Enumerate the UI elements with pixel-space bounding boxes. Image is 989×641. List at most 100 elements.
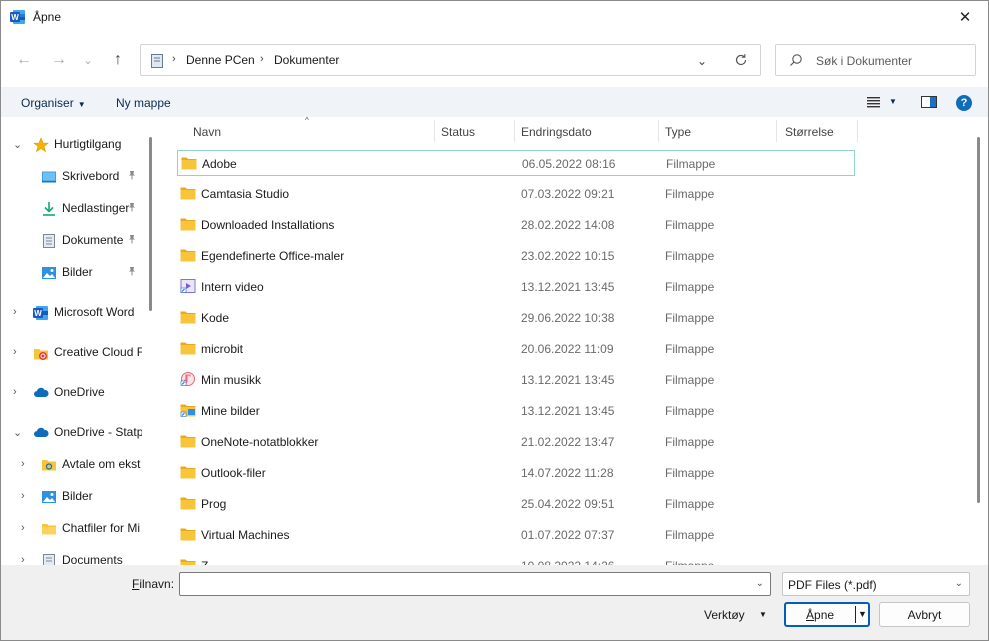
file-row[interactable]: Adobe 06.05.2022 08:16 Filmappe	[177, 150, 855, 176]
file-row[interactable]: OneNote-notatblokker 21.02.2022 13:47 Film…	[177, 429, 855, 455]
preview-pane-button[interactable]	[921, 95, 937, 112]
open-options-caret-icon[interactable]: ▼	[858, 609, 867, 619]
new-folder-button[interactable]: Ny mappe	[116, 96, 171, 110]
open-label: Åpne	[806, 608, 834, 622]
file-type-select[interactable]: PDF Files (*.pdf) ⌄	[782, 572, 970, 596]
refresh-icon[interactable]	[734, 53, 748, 70]
music-shortcut-icon	[180, 372, 196, 386]
back-button[interactable]: ←	[13, 49, 35, 71]
window-title: Åpne	[33, 10, 62, 24]
file-row[interactable]: Egendefinerte Office-maler 23.02.2022 10:…	[177, 243, 855, 269]
open-button[interactable]: Åpne ▼	[784, 602, 870, 627]
shared-folder-icon	[41, 457, 57, 473]
file-row[interactable]: Camtasia Studio 07.03.2022 09:21 Filmappe	[177, 181, 855, 207]
close-button[interactable]: ✕	[942, 1, 988, 33]
column-label: Endringsdato	[521, 125, 592, 139]
column-header-modified[interactable]: Endringsdato	[515, 117, 659, 145]
breadcrumb-documents[interactable]: Dokumenter	[274, 53, 339, 67]
caret-down-icon[interactable]: ▼	[759, 610, 767, 619]
document-icon	[41, 553, 57, 565]
sidebar-item-label: Creative Cloud F	[54, 345, 142, 359]
video-shortcut-icon	[180, 279, 196, 293]
chevron-right-icon[interactable]: ›	[13, 386, 17, 398]
sidebar-item-onedrive-statp[interactable]: ⌄ OneDrive - Statp	[1, 420, 149, 446]
view-options-button[interactable]	[867, 95, 881, 112]
address-dropdown-icon[interactable]: ⌄	[697, 54, 707, 68]
file-type: Filmappe	[665, 187, 715, 201]
chevron-right-icon[interactable]: ›	[21, 554, 25, 565]
sidebar-item-avtale[interactable]: › Avtale om ekst	[1, 452, 149, 478]
pin-icon[interactable]	[127, 202, 137, 215]
pin-icon[interactable]	[127, 170, 137, 183]
cloud-icon	[33, 385, 49, 401]
column-header-name[interactable]: ^ Navn	[159, 117, 439, 145]
column-header-size[interactable]: Størrelse	[777, 117, 857, 145]
filename-input[interactable]: ⌄	[179, 572, 771, 596]
column-header-type[interactable]: Type	[659, 117, 777, 145]
forward-button[interactable]: →	[48, 49, 70, 71]
chevron-down-icon[interactable]: ⌄	[13, 426, 22, 439]
sidebar-item-chatfiler[interactable]: › Chatfiler for Mi	[1, 516, 149, 542]
filename-label-rest: ilnavn:	[139, 577, 175, 591]
file-row[interactable]: Kode 29.06.2022 10:38 Filmappe	[177, 305, 855, 331]
star-icon	[33, 137, 49, 153]
chevron-down-icon[interactable]: ⌄	[13, 138, 22, 151]
file-row[interactable]: Mine bilder 13.12.2021 13:45 Filmappe	[177, 398, 855, 424]
sidebar-scrollbar[interactable]	[149, 137, 152, 311]
cancel-button[interactable]: Avbryt	[879, 602, 970, 627]
breadcrumb-this-pc[interactable]: Denne PCen	[186, 53, 255, 67]
sidebar-item-downloads[interactable]: Nedlastinger	[1, 196, 149, 222]
sidebar-item-label: Dokumenter	[62, 233, 124, 247]
file-row[interactable]: Intern video 13.12.2021 13:45 Filmappe	[177, 274, 855, 300]
download-icon	[41, 201, 57, 217]
file-list-scrollbar[interactable]	[977, 137, 980, 503]
sidebar-item-label: Skrivebord	[62, 169, 120, 183]
split-divider	[855, 606, 856, 623]
file-row[interactable]: Virtual Machines 01.07.2022 07:37 Filmappe	[177, 522, 855, 548]
file-type: Filmappe	[665, 342, 715, 356]
chevron-right-icon[interactable]: ›	[21, 522, 25, 534]
search-input[interactable]: Søk i Dokumenter	[816, 54, 912, 68]
column-header-status[interactable]: Status	[435, 117, 515, 145]
help-icon[interactable]: ?	[956, 95, 972, 111]
file-row[interactable]: Downloaded Installations 28.02.2022 14:08…	[177, 212, 855, 238]
file-name: Virtual Machines	[201, 528, 290, 542]
view-caret-icon[interactable]: ▼	[889, 97, 897, 106]
file-row[interactable]: microbit 20.06.2022 11:09 Filmappe	[177, 336, 855, 362]
chevron-down-icon[interactable]: ⌄	[756, 578, 764, 589]
file-name: Kode	[201, 311, 230, 325]
file-type: Filmappe	[665, 218, 715, 232]
sidebar-item-desktop[interactable]: Skrivebord	[1, 164, 149, 190]
open-label-accesskey: Å	[806, 608, 815, 622]
address-bar[interactable]: › Denne PCen › Dokumenter ⌄	[140, 44, 761, 76]
chevron-right-icon[interactable]: ›	[13, 306, 17, 318]
sidebar-item-pictures[interactable]: Bilder	[1, 260, 149, 286]
up-button[interactable]: ↑	[107, 49, 129, 71]
file-row[interactable]: Outlook-filer 14.07.2022 11:28 Filmappe	[177, 460, 855, 486]
file-type: Filmappe	[665, 435, 715, 449]
file-name: Intern video	[201, 280, 264, 294]
sidebar-item-onedrive[interactable]: › OneDrive	[1, 380, 149, 406]
chevron-right-icon[interactable]: ›	[21, 458, 25, 470]
sidebar-item-creative-cloud[interactable]: › Creative Cloud F	[1, 340, 149, 366]
sidebar-item-label: OneDrive	[54, 385, 105, 399]
tools-button[interactable]: Verktøy	[704, 608, 745, 622]
chevron-right-icon[interactable]: ›	[13, 346, 17, 358]
sidebar-item-bilder-onedrive[interactable]: › Bilder	[1, 484, 149, 510]
folder-icon	[180, 310, 196, 324]
sidebar-item-quick-access[interactable]: ⌄ Hurtigtilgang	[1, 132, 149, 158]
organize-button[interactable]: Organiser ▼	[21, 96, 86, 110]
recent-locations-button[interactable]: ⌄	[80, 49, 96, 71]
file-row[interactable]: Z10.08.2022 14:26Filmappe	[177, 553, 855, 565]
column-divider[interactable]	[857, 120, 858, 142]
pin-icon[interactable]	[127, 266, 137, 279]
sidebar-item-microsoft-word[interactable]: › W Microsoft Word	[1, 300, 149, 326]
pin-icon[interactable]	[127, 234, 137, 247]
sidebar-item-documents[interactable]: Dokumenter	[1, 228, 149, 254]
chevron-right-icon[interactable]: ›	[21, 490, 25, 502]
search-box[interactable]: Søk i Dokumenter	[775, 44, 976, 76]
file-row[interactable]: Prog 25.04.2022 09:51 Filmappe	[177, 491, 855, 517]
file-row[interactable]: Min musikk 13.12.2021 13:45 Filmappe	[177, 367, 855, 393]
column-label: Status	[441, 125, 476, 139]
sidebar-item-documents-onedrive[interactable]: › Documents	[1, 548, 149, 565]
